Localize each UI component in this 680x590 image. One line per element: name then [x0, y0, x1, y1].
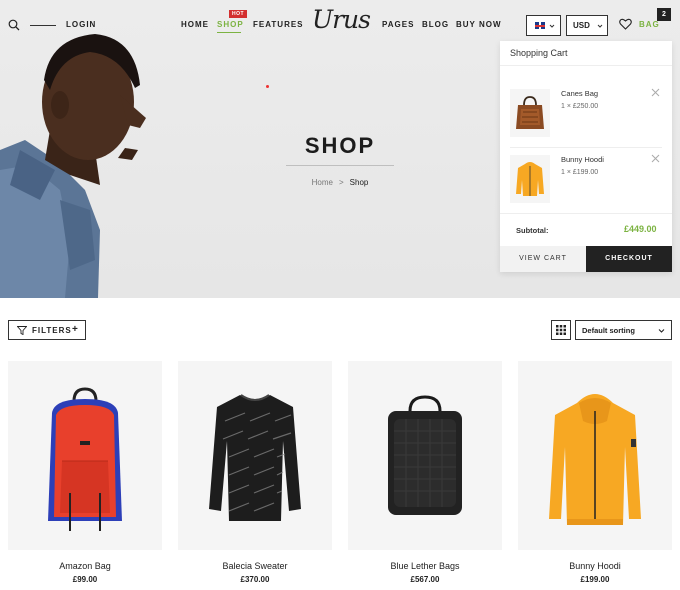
nav-home[interactable]: HOME — [181, 20, 209, 29]
language-select[interactable] — [526, 15, 561, 36]
product-card[interactable]: Amazon Bag £99.00 — [8, 361, 162, 584]
cart-item-thumbnail[interactable] — [510, 89, 550, 137]
product-name[interactable]: Amazon Bag — [8, 561, 162, 571]
currency-select[interactable]: USD — [566, 15, 608, 36]
product-name[interactable]: Blue Lether Bags — [348, 561, 502, 571]
chevron-down-icon — [549, 24, 555, 28]
page-title: SHOP — [304, 133, 376, 158]
nav-buy-now[interactable]: BUY NOW — [456, 20, 502, 29]
remove-item-icon[interactable] — [651, 88, 660, 97]
product-card[interactable]: Balecia Sweater £370.00 — [178, 361, 332, 584]
cart-title: Shopping Cart — [510, 48, 568, 58]
plus-icon: + — [72, 324, 78, 335]
cart-item-qty-price: 1 × £199.00 — [561, 169, 599, 176]
breadcrumb: Home > Shop — [240, 178, 440, 187]
sort-select[interactable]: Default sorting — [575, 320, 672, 340]
nav-blog[interactable]: BLOG — [422, 20, 449, 29]
divider — [500, 213, 672, 214]
cart-item-name[interactable]: Canes Bag — [561, 89, 598, 98]
site-logo[interactable]: Urus — [312, 5, 371, 34]
currency-label: USD — [573, 21, 590, 30]
title-divider — [286, 165, 394, 166]
yellow-hoodie-image — [549, 393, 641, 525]
decor-dot — [266, 85, 269, 88]
bag-link[interactable]: BAG — [639, 20, 660, 29]
grid-icon — [556, 325, 566, 335]
black-leather-bag-image — [388, 394, 462, 515]
view-cart-button[interactable]: VIEW CART — [500, 246, 586, 272]
cart-item-qty-price: 1 × £250.00 — [561, 103, 599, 110]
product-image[interactable] — [518, 361, 672, 550]
shopping-cart-dropdown: Shopping Cart Canes Bag 1 × £250.00 Bunn… — [500, 41, 672, 272]
product-name[interactable]: Bunny Hoodi — [518, 561, 672, 571]
hot-badge: HOT — [229, 10, 248, 18]
product-price: £567.00 — [410, 575, 440, 584]
chevron-down-icon — [597, 24, 603, 28]
search-icon[interactable] — [8, 19, 20, 31]
sort-label: Default sorting — [582, 326, 635, 335]
product-price: £370.00 — [240, 575, 270, 584]
divider — [500, 65, 672, 66]
red-backpack-image — [48, 386, 122, 531]
product-image[interactable] — [348, 361, 502, 550]
checkout-button[interactable]: CHECKOUT — [586, 246, 672, 272]
cart-item: Canes Bag 1 × £250.00 — [500, 88, 672, 151]
black-sweater-image — [209, 393, 301, 521]
cart-item-thumbnail[interactable] — [510, 155, 550, 203]
remove-item-icon[interactable] — [651, 154, 660, 163]
subtotal-value: £449.00 — [624, 224, 657, 234]
chevron-down-icon — [658, 329, 665, 333]
divider — [510, 147, 662, 148]
login-link[interactable]: LOGIN — [66, 20, 96, 29]
product-price: £99.00 — [72, 575, 98, 584]
product-image[interactable] — [178, 361, 332, 550]
breadcrumb-current: Shop — [349, 178, 369, 187]
active-nav-underline — [217, 32, 241, 33]
nav-features[interactable]: FEATURES — [253, 20, 304, 29]
filter-funnel-icon — [17, 326, 27, 335]
nav-shop[interactable]: SHOP — [217, 20, 244, 29]
login-decor-line — [30, 25, 56, 26]
bag-count-badge: 2 — [657, 8, 671, 21]
product-name[interactable]: Balecia Sweater — [178, 561, 332, 571]
product-card[interactable]: Blue Lether Bags £567.00 — [348, 361, 502, 584]
product-card[interactable]: Bunny Hoodi £199.00 — [518, 361, 672, 584]
yellow-hoodie-image — [516, 162, 544, 196]
filters-button[interactable]: FILTERS + — [8, 320, 86, 340]
brown-bag-image — [516, 96, 544, 129]
breadcrumb-separator: > — [338, 178, 344, 187]
nav-pages[interactable]: PAGES — [382, 20, 414, 29]
product-image[interactable] — [8, 361, 162, 550]
filters-label: FILTERS — [32, 326, 72, 335]
grid-view-button[interactable] — [551, 320, 571, 340]
cart-item-name[interactable]: Bunny Hoodi — [561, 155, 604, 164]
uk-flag-icon — [535, 22, 545, 29]
breadcrumb-home[interactable]: Home — [312, 178, 333, 187]
wishlist-heart-icon[interactable] — [619, 18, 632, 30]
product-price: £199.00 — [580, 575, 610, 584]
subtotal-label: Subtotal: — [516, 226, 549, 235]
cart-item: Bunny Hoodi 1 × £199.00 — [500, 154, 672, 217]
